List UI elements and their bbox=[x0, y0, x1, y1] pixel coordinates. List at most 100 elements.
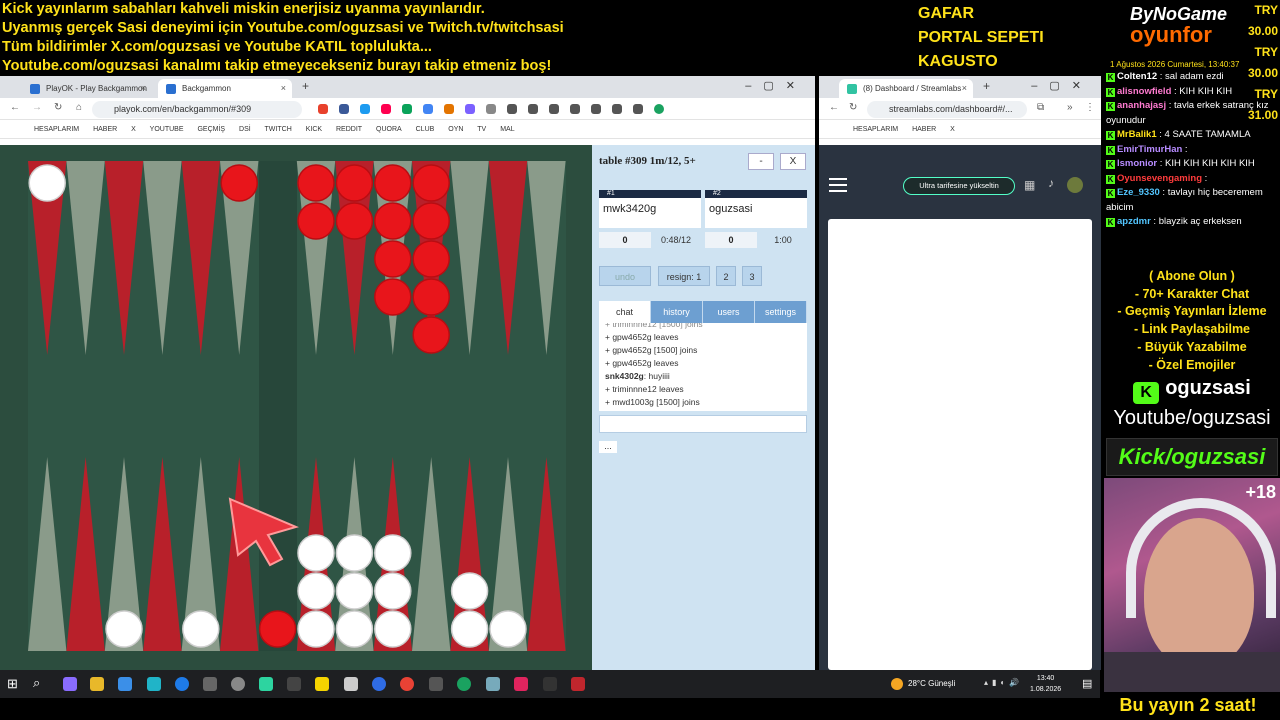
camera-icon[interactable] bbox=[203, 677, 217, 691]
bookmark-item[interactable]: KICK bbox=[306, 126, 322, 133]
home-icon[interactable]: ⌂ bbox=[76, 102, 82, 113]
bookmark-item[interactable]: HABER bbox=[93, 126, 117, 133]
extension-icon[interactable] bbox=[528, 104, 538, 114]
checker-red[interactable] bbox=[374, 278, 412, 316]
app-icon[interactable] bbox=[571, 677, 585, 691]
extension-icon[interactable] bbox=[633, 104, 643, 114]
minimize-button[interactable]: - bbox=[748, 153, 774, 170]
resign-1-button[interactable]: resign: 1 bbox=[658, 266, 710, 286]
app-icon[interactable] bbox=[63, 677, 77, 691]
folder-icon[interactable] bbox=[90, 677, 104, 691]
checker-white[interactable] bbox=[182, 610, 220, 648]
checker-white[interactable] bbox=[297, 610, 335, 648]
bookmark-item[interactable]: DSİ bbox=[239, 126, 251, 133]
address-bar[interactable]: playok.com/en/backgammon/#309 bbox=[92, 101, 302, 118]
app-icon[interactable] bbox=[457, 677, 471, 691]
back-icon[interactable]: ← bbox=[10, 102, 20, 113]
bookmark-item[interactable]: MAL bbox=[500, 126, 514, 133]
checker-white[interactable] bbox=[335, 572, 374, 610]
bookmark-item[interactable]: REDDIT bbox=[336, 126, 362, 133]
app-icon[interactable] bbox=[344, 677, 358, 691]
avatar[interactable] bbox=[1067, 177, 1083, 193]
menu-icon[interactable]: ⋮ bbox=[1085, 102, 1095, 113]
extension-icon[interactable] bbox=[444, 104, 454, 114]
edge-icon[interactable] bbox=[175, 677, 189, 691]
notification-icon[interactable]: ▤ bbox=[1082, 677, 1092, 690]
checker-red[interactable] bbox=[374, 240, 412, 278]
checker-white[interactable] bbox=[374, 610, 412, 648]
reload-icon[interactable]: ↻ bbox=[849, 102, 857, 113]
checker-white[interactable] bbox=[297, 534, 335, 572]
forward-icon[interactable]: → bbox=[32, 102, 42, 113]
bookmark-item[interactable]: GEÇMİŞ bbox=[197, 126, 225, 133]
checker-white[interactable] bbox=[374, 572, 412, 610]
extension-icon[interactable] bbox=[486, 104, 496, 114]
checker-red[interactable] bbox=[297, 202, 335, 240]
tab-history[interactable]: history bbox=[651, 301, 703, 323]
app-icon[interactable] bbox=[231, 677, 245, 691]
checker-white[interactable] bbox=[335, 610, 374, 648]
checker-red[interactable] bbox=[412, 164, 450, 202]
search-icon[interactable]: ⌕ bbox=[33, 675, 40, 691]
game-chat-log[interactable]: + triminnne12 [1500] joins + gpw4652g lea… bbox=[599, 323, 807, 411]
extension-icon[interactable] bbox=[423, 104, 433, 114]
app-icon[interactable] bbox=[315, 677, 329, 691]
player-2-seat[interactable]: #2 oguzsasi bbox=[705, 190, 807, 228]
bookmark-item[interactable]: X bbox=[131, 126, 136, 133]
window-controls[interactable]: –▢✕ bbox=[1031, 79, 1093, 92]
extensions-icon[interactable]: ⧉ bbox=[1037, 102, 1044, 113]
close-tab-icon[interactable]: × bbox=[281, 79, 286, 98]
checker-white[interactable] bbox=[374, 534, 412, 572]
extension-icon[interactable] bbox=[507, 104, 517, 114]
checker-white[interactable] bbox=[297, 572, 335, 610]
checker-red[interactable] bbox=[374, 164, 412, 202]
window-controls[interactable]: –▢✕ bbox=[745, 79, 807, 92]
bookmark-item[interactable]: HESAPLARIM bbox=[853, 126, 898, 133]
app-icon[interactable] bbox=[486, 677, 500, 691]
backgammon-board[interactable] bbox=[0, 145, 592, 670]
checker-white[interactable] bbox=[450, 610, 489, 648]
more-button[interactable]: ... bbox=[599, 441, 617, 453]
close-tab-icon[interactable]: × bbox=[141, 79, 146, 98]
extension-icon[interactable] bbox=[612, 104, 622, 114]
weather-text[interactable]: 28°C Güneşli bbox=[908, 670, 955, 698]
address-bar[interactable]: streamlabs.com/dashboard#/... bbox=[867, 101, 1027, 118]
tray-icons[interactable]: ▴▮◐🔊 bbox=[984, 678, 1023, 687]
profile-avatar[interactable] bbox=[654, 104, 664, 114]
checker-white[interactable] bbox=[105, 610, 143, 648]
tab-backgammon[interactable]: Backgammon × bbox=[158, 79, 292, 98]
apps-grid-icon[interactable]: ▦ bbox=[1024, 178, 1035, 192]
close-tab-icon[interactable]: × bbox=[962, 79, 967, 98]
more-tabs-icon[interactable]: » bbox=[1067, 102, 1073, 113]
app-icon[interactable] bbox=[372, 677, 386, 691]
bookmark-item[interactable]: YOUTUBE bbox=[150, 126, 184, 133]
bookmark-item[interactable]: TWITCH bbox=[265, 126, 292, 133]
checker-red[interactable] bbox=[220, 164, 258, 202]
app-icon[interactable] bbox=[118, 677, 132, 691]
checker-red[interactable] bbox=[412, 316, 450, 354]
extension-icon[interactable] bbox=[591, 104, 601, 114]
checker-red[interactable] bbox=[297, 164, 335, 202]
new-tab-icon[interactable]: + bbox=[983, 79, 990, 93]
close-table-button[interactable]: X bbox=[780, 153, 806, 170]
extension-icon[interactable] bbox=[381, 104, 391, 114]
bookmark-item[interactable]: HESAPLARIM bbox=[34, 126, 79, 133]
tab-streamlabs[interactable]: (8) Dashboard / Streamlabs × bbox=[839, 79, 973, 98]
extension-icon[interactable] bbox=[465, 104, 475, 114]
checker-red[interactable] bbox=[374, 202, 412, 240]
tab-chat[interactable]: chat bbox=[599, 301, 651, 323]
app-icon[interactable] bbox=[147, 677, 161, 691]
tab-users[interactable]: users bbox=[703, 301, 755, 323]
app-icon[interactable] bbox=[287, 677, 301, 691]
tab-playok[interactable]: PlayOK - Play Backgammon On... × bbox=[22, 79, 152, 112]
extension-icon[interactable] bbox=[360, 104, 370, 114]
checker-red[interactable] bbox=[412, 240, 450, 278]
bookmark-item[interactable]: CLUB bbox=[416, 126, 435, 133]
resign-2-button[interactable]: 2 bbox=[716, 266, 736, 286]
resign-3-button[interactable]: 3 bbox=[742, 266, 762, 286]
extension-icon[interactable] bbox=[549, 104, 559, 114]
checker-red[interactable] bbox=[412, 278, 450, 316]
back-icon[interactable]: ← bbox=[829, 102, 839, 113]
tab-settings[interactable]: settings bbox=[755, 301, 807, 323]
app-icon[interactable] bbox=[429, 677, 443, 691]
